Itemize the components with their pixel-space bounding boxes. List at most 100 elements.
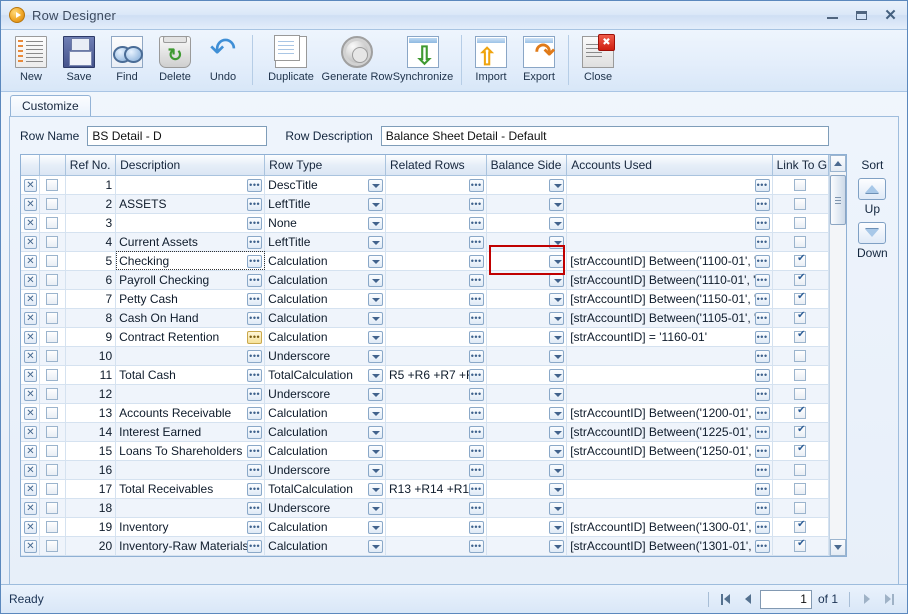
cell-ref-no[interactable]: 10 — [65, 346, 117, 366]
row-select-cell[interactable] — [39, 213, 66, 233]
nav-next-button[interactable] — [857, 590, 877, 608]
cell-balance-side[interactable] — [486, 498, 568, 518]
cell-accounts-used[interactable]: ••• — [566, 460, 773, 480]
cell-description[interactable]: Accounts Receivable ••• — [115, 403, 266, 423]
row-type-dropdown-button[interactable] — [367, 273, 383, 287]
row-delete-button[interactable]: ✕ — [24, 293, 37, 306]
row-select-checkbox[interactable] — [46, 445, 59, 458]
cell-row-type[interactable]: DescTitle — [264, 175, 386, 195]
cell-related-rows[interactable]: R13 +R14 +R15 ••• — [385, 479, 487, 499]
row-type-dropdown-button[interactable] — [367, 235, 383, 249]
row-select-cell[interactable] — [39, 232, 66, 252]
cell-ref-no[interactable]: 17 — [65, 479, 117, 499]
col-header-row-type[interactable]: Row Type — [264, 155, 386, 176]
row-select-cell[interactable] — [39, 498, 66, 518]
row-delete-button[interactable]: ✕ — [24, 540, 37, 553]
description-ellipsis-button[interactable]: ••• — [247, 501, 263, 515]
link-to-gl-checkbox[interactable] — [794, 329, 807, 344]
related-rows-ellipsis-button[interactable]: ••• — [468, 330, 484, 344]
accounts-used-ellipsis-button[interactable]: ••• — [754, 425, 770, 439]
row-select-checkbox[interactable] — [46, 179, 59, 192]
cell-description[interactable]: Inventory ••• — [115, 517, 266, 537]
related-rows-ellipsis-button[interactable]: ••• — [468, 235, 484, 249]
balance-side-dropdown-button[interactable] — [549, 330, 565, 344]
cell-ref-no[interactable]: 16 — [65, 460, 117, 480]
row-select-checkbox[interactable] — [46, 350, 59, 363]
balance-side-dropdown-button[interactable] — [549, 178, 565, 192]
cell-description[interactable]: ••• — [115, 213, 266, 233]
col-header-link-to-gl[interactable]: Link To GL — [772, 155, 830, 176]
cell-link-to-gl[interactable] — [772, 289, 830, 309]
row-select-cell[interactable] — [39, 346, 66, 366]
description-ellipsis-button[interactable]: ••• — [247, 349, 263, 363]
cell-accounts-used[interactable]: ••• — [566, 346, 773, 366]
cell-description[interactable]: ••• — [115, 498, 266, 518]
row-type-dropdown-button[interactable] — [367, 539, 383, 553]
cell-row-type[interactable]: Calculation — [264, 403, 386, 423]
accounts-used-ellipsis-button[interactable]: ••• — [754, 235, 770, 249]
table-row[interactable]: ✕ 16 ••• Underscore ••• ••• — [21, 460, 846, 480]
link-to-gl-checkbox[interactable] — [794, 217, 807, 230]
cell-link-to-gl[interactable] — [772, 270, 830, 290]
cell-related-rows[interactable]: ••• — [385, 289, 487, 309]
row-select-cell[interactable] — [39, 441, 66, 461]
balance-side-dropdown-button[interactable] — [549, 311, 565, 325]
row-select-checkbox[interactable] — [46, 255, 59, 268]
description-ellipsis-button[interactable]: ••• — [247, 482, 263, 496]
balance-side-dropdown-button[interactable] — [549, 197, 565, 211]
page-number-input[interactable] — [759, 589, 812, 609]
cell-accounts-used[interactable]: ••• — [566, 232, 773, 252]
related-rows-ellipsis-button[interactable]: ••• — [468, 254, 484, 268]
description-ellipsis-button[interactable]: ••• — [247, 292, 263, 306]
row-select-checkbox[interactable] — [46, 198, 59, 211]
row-delete-cell[interactable]: ✕ — [21, 479, 40, 499]
row-delete-cell[interactable]: ✕ — [21, 536, 40, 556]
balance-side-dropdown-button[interactable] — [549, 292, 565, 306]
col-header-related-rows[interactable]: Related Rows — [385, 155, 487, 176]
table-row[interactable]: ✕ 7 Petty Cash ••• Calculation ••• [strAccount… — [21, 289, 846, 309]
row-delete-cell[interactable]: ✕ — [21, 422, 40, 442]
related-rows-ellipsis-button[interactable]: ••• — [468, 368, 484, 382]
row-type-dropdown-button[interactable] — [367, 349, 383, 363]
row-type-dropdown-button[interactable] — [367, 406, 383, 420]
cell-description[interactable]: Contract Retention ••• — [115, 327, 266, 347]
cell-accounts-used[interactable]: [strAccountID] Between('1200-01', '12 ••• — [566, 403, 773, 423]
cell-related-rows[interactable]: ••• — [385, 251, 487, 271]
cell-related-rows[interactable]: ••• — [385, 517, 487, 537]
cell-balance-side[interactable] — [486, 194, 568, 214]
cell-ref-no[interactable]: 6 — [65, 270, 117, 290]
synchronize-button[interactable]: Synchronize — [390, 33, 456, 90]
save-button[interactable]: Save — [55, 33, 103, 90]
cell-link-to-gl[interactable] — [772, 308, 830, 328]
cell-row-type[interactable]: TotalCalculation — [264, 365, 386, 385]
row-delete-cell[interactable]: ✕ — [21, 517, 40, 537]
description-ellipsis-button[interactable]: ••• — [247, 463, 263, 477]
cell-row-type[interactable]: Calculation — [264, 289, 386, 309]
cell-accounts-used[interactable]: [strAccountID] Between('1100-01', '11 ••• — [566, 251, 773, 271]
accounts-used-ellipsis-button[interactable]: ••• — [754, 311, 770, 325]
accounts-used-ellipsis-button[interactable]: ••• — [754, 482, 770, 496]
cell-related-rows[interactable]: ••• — [385, 270, 487, 290]
row-select-checkbox[interactable] — [46, 521, 59, 534]
row-select-checkbox[interactable] — [46, 426, 59, 439]
cell-link-to-gl[interactable] — [772, 403, 830, 423]
sort-up-button[interactable] — [858, 178, 887, 200]
cell-description[interactable]: Total Receivables ••• — [115, 479, 266, 499]
undo-button[interactable]: Undo — [199, 30, 247, 90]
description-ellipsis-button[interactable]: ••• — [247, 235, 263, 249]
cell-balance-side[interactable] — [486, 346, 568, 366]
cell-row-type[interactable]: TotalCalculation — [264, 479, 386, 499]
link-to-gl-checkbox[interactable] — [794, 198, 807, 211]
row-delete-button[interactable]: ✕ — [24, 312, 37, 325]
description-ellipsis-button[interactable]: ••• — [247, 539, 263, 553]
cell-related-rows[interactable]: R5 +R6 +R7 +R8 ••• — [385, 365, 487, 385]
scrollbar-track[interactable] — [829, 172, 846, 539]
row-delete-cell[interactable]: ✕ — [21, 308, 40, 328]
link-to-gl-checkbox[interactable] — [794, 310, 807, 325]
col-header-balance-side[interactable]: Balance Side — [486, 155, 568, 176]
cell-accounts-used[interactable]: [strAccountID] Between('1301-01', '13 ••• — [566, 536, 773, 556]
cell-balance-side[interactable] — [486, 441, 568, 461]
cell-accounts-used[interactable]: ••• — [566, 194, 773, 214]
cell-balance-side[interactable] — [486, 403, 568, 423]
cell-balance-side[interactable] — [486, 308, 568, 328]
